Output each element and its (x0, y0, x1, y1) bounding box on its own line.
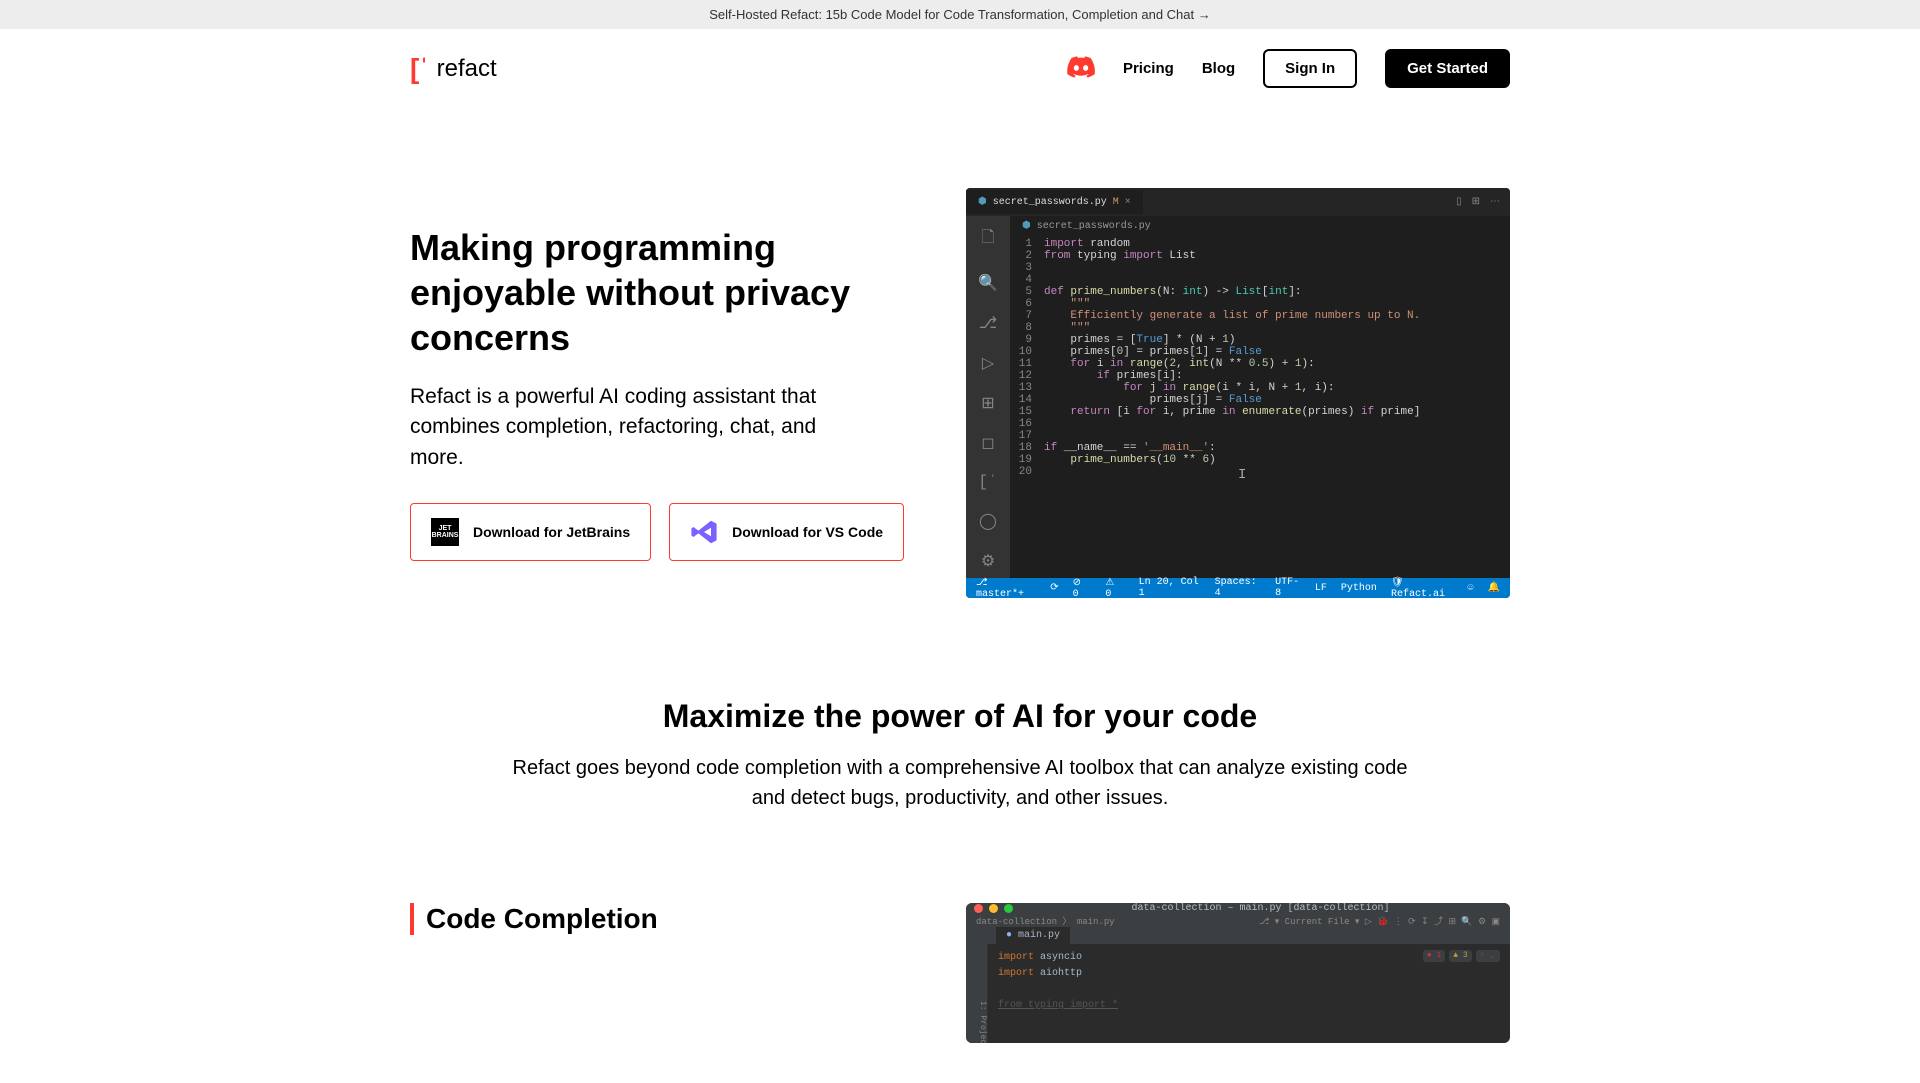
nav-pricing[interactable]: Pricing (1123, 60, 1174, 77)
ide-code-content[interactable]: ● 1 ▲ 3 ^ ⌄ import asyncioimport aiohttp… (988, 944, 1510, 1043)
account-icon[interactable]: ◯ (979, 511, 997, 531)
vscode-editor-preview: ⬢ secret_passwords.py M × ▯ ⊞ ⋯ 🗋 🔍 (966, 188, 1510, 598)
download-jetbrains-button[interactable]: JET BRAINS Download for JetBrains (410, 503, 651, 561)
encoding[interactable]: UTF-8 (1275, 577, 1301, 598)
header: [ˈ refact Pricing Blog Sign In Get Start… (360, 49, 1560, 88)
search-icon[interactable]: 🔍 (978, 273, 998, 293)
features-title: Maximize the power of AI for your code (410, 698, 1510, 735)
feature-title: Code Completion (410, 903, 916, 935)
indent-setting[interactable]: Spaces: 4 (1215, 577, 1261, 598)
tab-close-icon[interactable]: × (1125, 197, 1131, 208)
tab-modified-flag: M (1113, 197, 1119, 208)
errors-count[interactable]: ⊘ 0 (1073, 577, 1092, 599)
hero-subtitle: Refact is a powerful AI coding assistant… (410, 382, 870, 473)
code-content[interactable]: 1import random2from typing import List34… (1010, 236, 1510, 480)
getstarted-button[interactable]: Get Started (1385, 49, 1510, 88)
discord-link[interactable] (1067, 56, 1095, 82)
text-cursor-icon: I (1238, 467, 1246, 483)
error-badge[interactable]: ● 1 (1423, 950, 1445, 962)
nav-blog[interactable]: Blog (1202, 60, 1235, 77)
logo-mark-icon: [ˈ (410, 53, 429, 85)
breadcrumb[interactable]: ⬢ secret_passwords.py (1010, 216, 1510, 236)
bookmark-icon[interactable]: ◻ (981, 433, 994, 453)
more-icon[interactable]: ⋯ (1490, 196, 1500, 208)
ide-tab[interactable]: ● main.py (996, 927, 1070, 944)
status-bar: ⎇ master*+ ⟳ ⊘ 0 ⚠ 0 Ln 20, Col 1 Spaces… (966, 578, 1510, 598)
announcement-link[interactable]: Self-Hosted Refact: 15b Code Model for C… (709, 7, 1210, 22)
tab-filename: secret_passwords.py (993, 197, 1107, 208)
extensions-icon[interactable]: ⊞ (981, 393, 994, 413)
signin-button[interactable]: Sign In (1263, 49, 1357, 88)
warn-badge[interactable]: ▲ 3 (1449, 950, 1471, 962)
language-mode[interactable]: Python (1341, 583, 1377, 594)
settings-gear-icon[interactable]: ⚙ (981, 551, 995, 571)
cursor-position[interactable]: Ln 20, Col 1 (1139, 577, 1201, 598)
window-title: data-collection – main.py [data-collecti… (1131, 903, 1389, 914)
eol[interactable]: LF (1315, 583, 1327, 594)
warnings-count[interactable]: ⚠ 0 (1105, 577, 1124, 599)
git-branch[interactable]: ⎇ master*+ (976, 577, 1036, 599)
breadcrumb-path[interactable]: data-collection 〉 main.py (976, 914, 1115, 927)
layout-icon[interactable]: ⊞ (1472, 196, 1480, 208)
hero-section: Making programming enjoyable without pri… (410, 108, 1510, 658)
notifications-icon[interactable]: 🔔 (1488, 582, 1500, 594)
jetbrains-icon: JET BRAINS (431, 518, 459, 546)
window-close-icon[interactable] (974, 904, 983, 913)
tool-window-project[interactable]: 1: Project (966, 944, 988, 1043)
source-control-icon[interactable]: ⎇ (979, 313, 997, 333)
features-body: Refact goes beyond code completion with … (510, 753, 1410, 813)
refact-status[interactable]: 🛡 Refact.ai (1391, 577, 1454, 599)
explorer-icon[interactable]: 🗋 (982, 226, 995, 253)
features-intro: Maximize the power of AI for your code R… (410, 658, 1510, 863)
download-jetbrains-label: Download for JetBrains (473, 524, 630, 540)
window-maximize-icon[interactable] (1004, 904, 1013, 913)
feedback-icon[interactable]: ☺ (1468, 583, 1474, 594)
main-nav: Pricing Blog Sign In Get Started (1067, 49, 1510, 88)
window-minimize-icon[interactable] (989, 904, 998, 913)
download-vscode-label: Download for VS Code (732, 524, 883, 540)
python-file-icon: ⬢ (978, 196, 987, 208)
split-editor-icon[interactable]: ▯ (1456, 196, 1462, 208)
vscode-icon (690, 518, 718, 546)
refact-icon[interactable]: [ˈ (978, 473, 997, 491)
logo[interactable]: [ˈ refact (410, 53, 497, 85)
discord-icon (1067, 56, 1095, 78)
toolbar-actions[interactable]: ⎇ ▾ Current File ▾ ▷ 🐞 ⋮ ⟳ ↧ ⤴ ⊞ 🔍 ⚙ ▣ (1259, 914, 1500, 927)
announcement-bar[interactable]: Self-Hosted Refact: 15b Code Model for C… (0, 0, 1920, 29)
activity-bar: 🗋 🔍 ⎇ ▷ ⊞ ◻ [ˈ ◯ ⚙ (966, 216, 1010, 578)
feature-code-completion: Code Completion data-collection – main.p… (410, 863, 1510, 1083)
download-vscode-button[interactable]: Download for VS Code (669, 503, 904, 561)
hero-title: Making programming enjoyable without pri… (410, 225, 916, 360)
debug-icon[interactable]: ▷ (982, 353, 994, 373)
jetbrains-editor-preview: data-collection – main.py [data-collecti… (966, 903, 1510, 1043)
logo-text: refact (437, 55, 497, 83)
sync-icon[interactable]: ⟳ (1050, 582, 1058, 594)
nav-badge[interactable]: ^ ⌄ (1476, 950, 1500, 962)
editor-tab[interactable]: ⬢ secret_passwords.py M × (966, 190, 1143, 214)
